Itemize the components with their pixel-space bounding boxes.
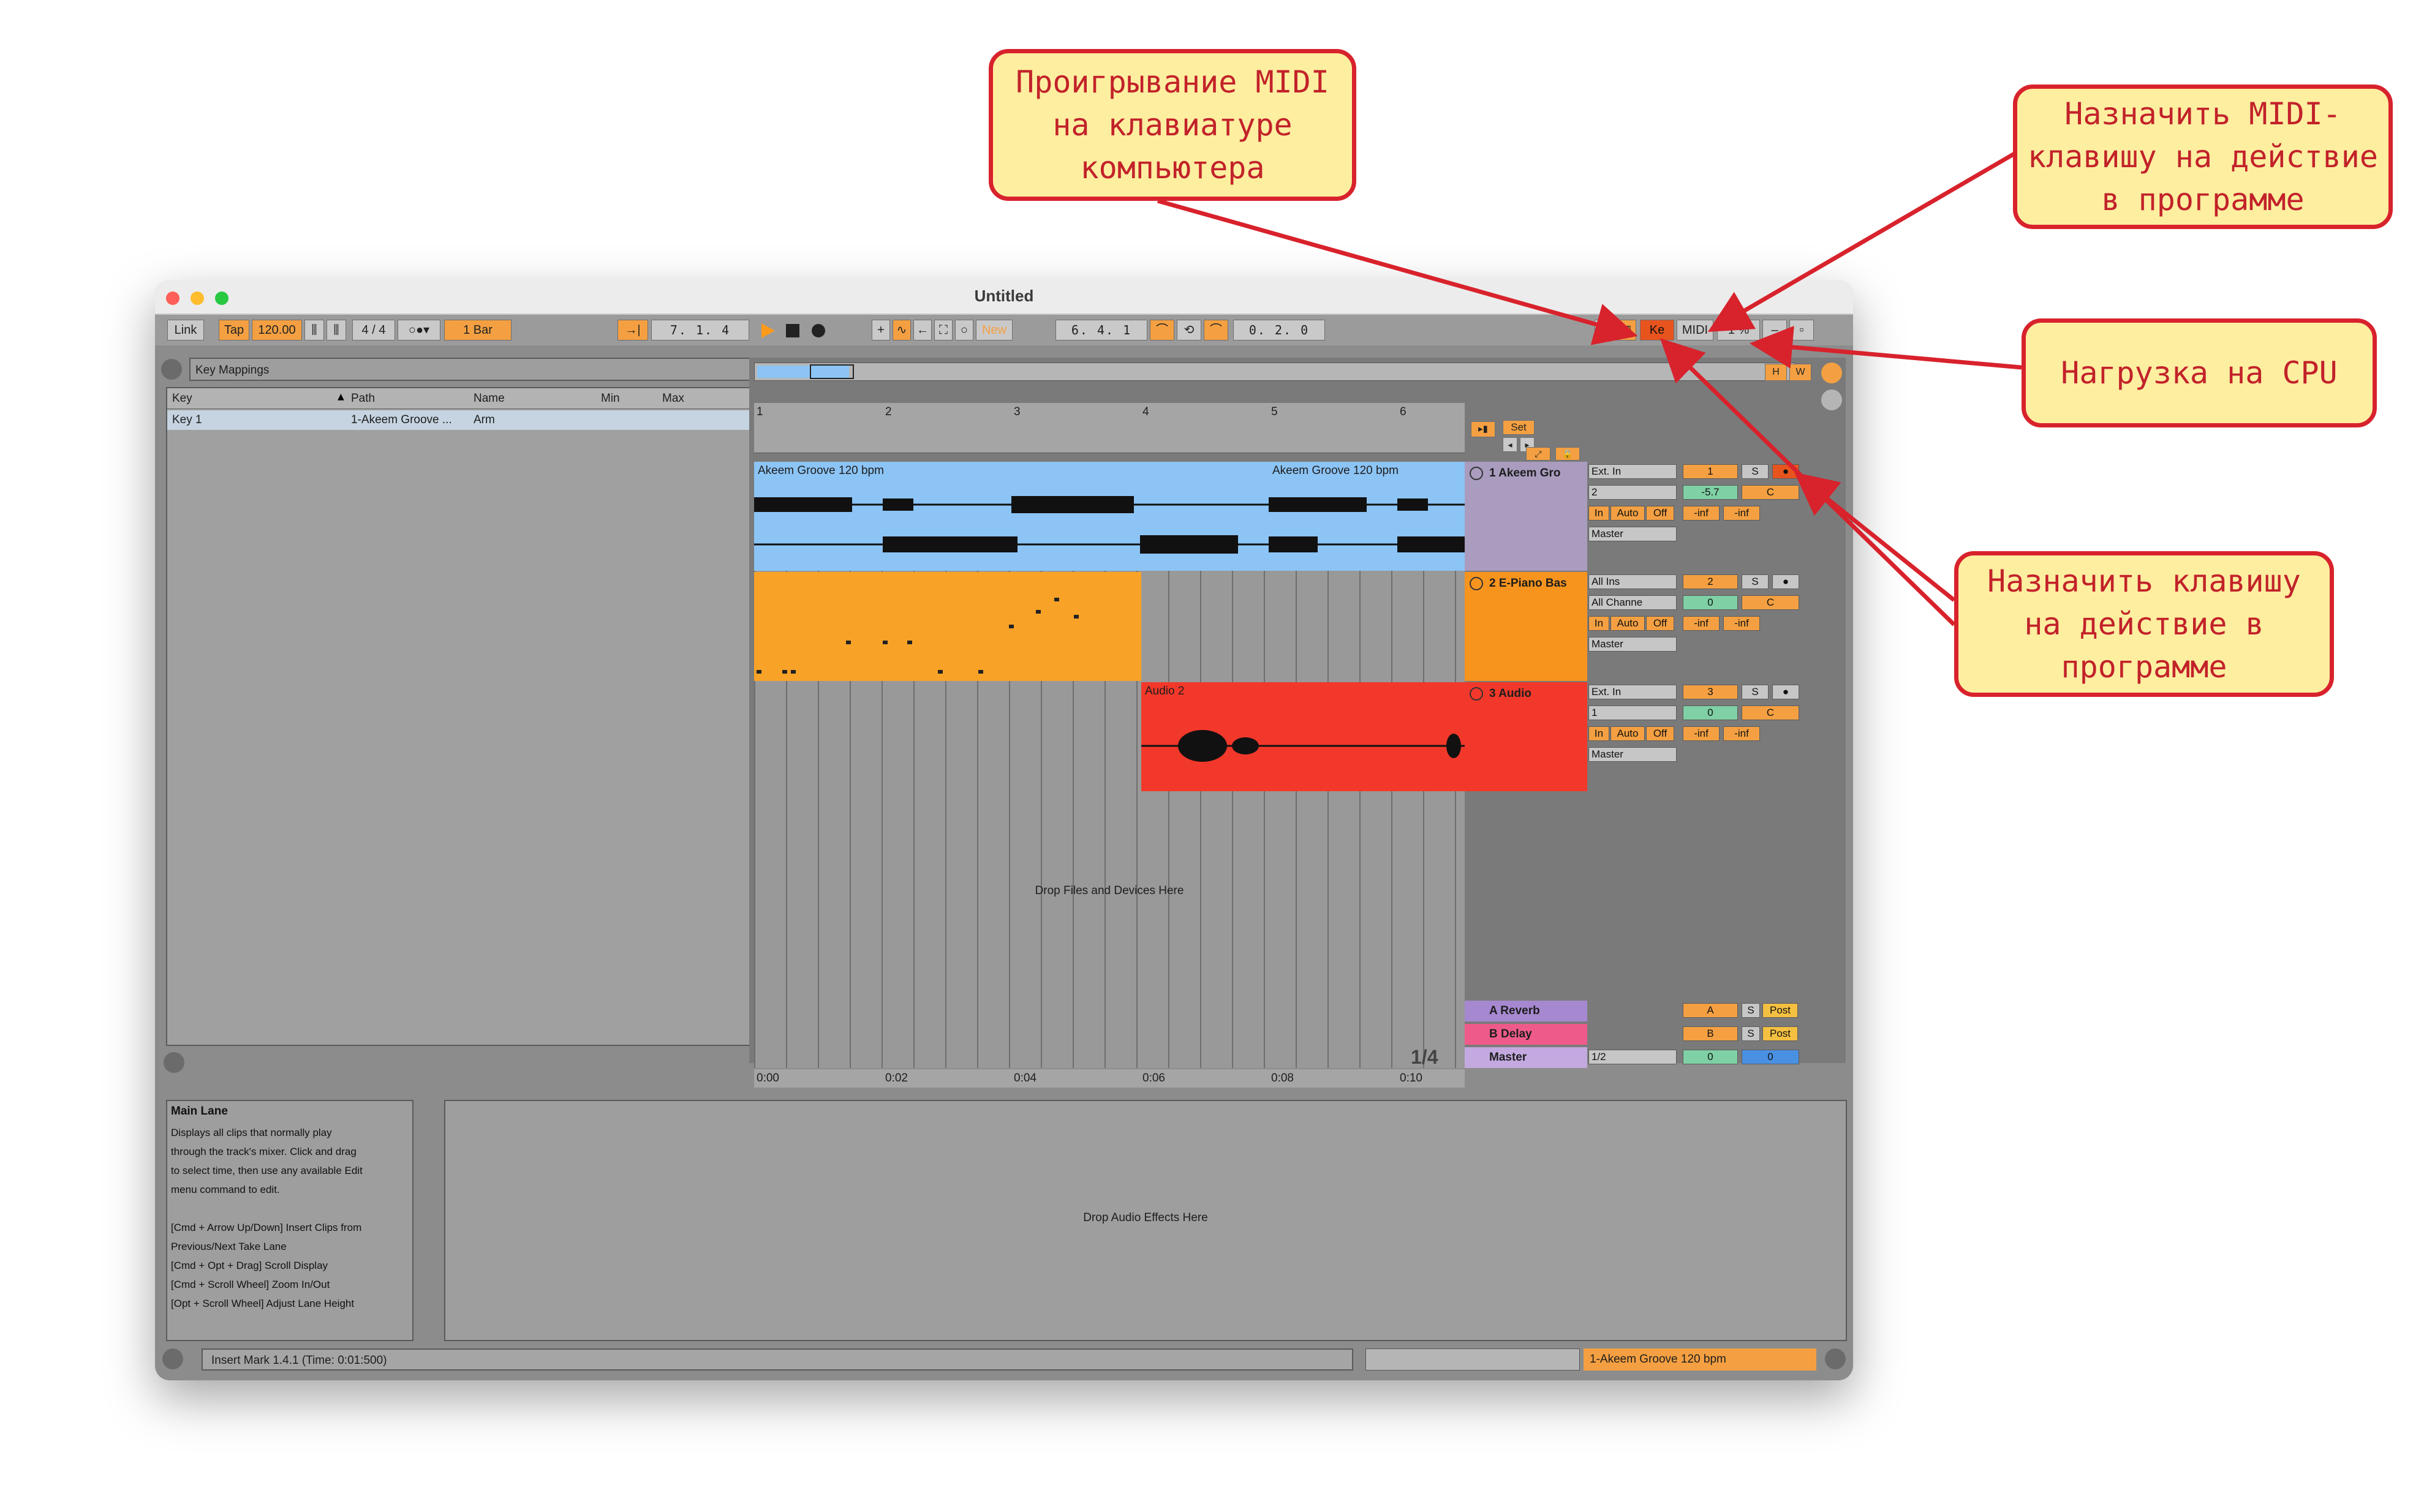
arrow-to-track-arm	[1794, 472, 1956, 602]
arrow-to-cpu	[1750, 326, 2022, 370]
arrow-to-computer-keyboard	[1157, 198, 1638, 345]
annotation-arrows	[1157, 151, 2022, 626]
arrow-to-midi-map	[1707, 151, 2017, 333]
